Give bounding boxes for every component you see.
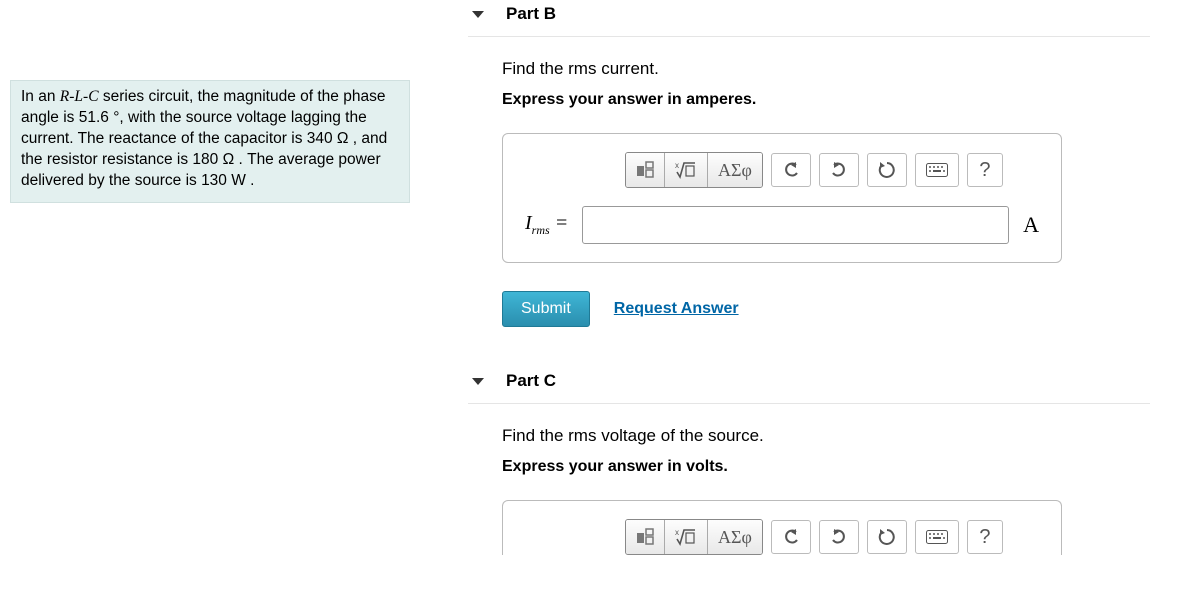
redo-button[interactable] <box>819 153 859 187</box>
part-header-c[interactable]: Part C <box>468 367 1150 404</box>
templates-icon <box>636 528 654 546</box>
templates-icon <box>636 161 654 179</box>
radical-button[interactable]: x <box>665 520 708 554</box>
keyboard-button[interactable] <box>915 153 959 187</box>
greek-button[interactable]: ΑΣφ <box>708 520 762 554</box>
part-instruction: Express your answer in volts. <box>502 458 1150 476</box>
submit-button[interactable]: Submit <box>502 291 590 327</box>
part-title: Part C <box>506 371 556 391</box>
variable-label: Irms = <box>525 212 568 238</box>
templates-button[interactable] <box>626 153 665 187</box>
reset-icon <box>878 161 896 179</box>
undo-button[interactable] <box>771 520 811 554</box>
radical-button[interactable]: x <box>665 153 708 187</box>
redo-button[interactable] <box>819 520 859 554</box>
keyboard-icon <box>926 530 948 544</box>
undo-icon <box>782 529 800 545</box>
part-header-b[interactable]: Part B <box>468 0 1150 37</box>
reset-button[interactable] <box>867 520 907 554</box>
reset-icon <box>878 528 896 546</box>
undo-button[interactable] <box>771 153 811 187</box>
svg-text:x: x <box>675 528 679 537</box>
radical-icon: x <box>675 161 697 179</box>
answer-container: x ΑΣφ ? <box>502 500 1062 555</box>
keyboard-button[interactable] <box>915 520 959 554</box>
help-button[interactable]: ? <box>967 520 1003 554</box>
help-button[interactable]: ? <box>967 153 1003 187</box>
undo-icon <box>782 162 800 178</box>
part-prompt: Find the rms voltage of the source. <box>502 426 1150 446</box>
equation-toolbar: x ΑΣφ ? <box>525 152 1039 188</box>
templates-button[interactable] <box>626 520 665 554</box>
redo-icon <box>830 162 848 178</box>
radical-icon: x <box>675 528 697 546</box>
keyboard-icon <box>926 163 948 177</box>
part-instruction: Express your answer in amperes. <box>502 91 1150 109</box>
unit-label: A <box>1023 212 1039 238</box>
problem-statement: In an R-L-C series circuit, the magnitud… <box>10 80 410 203</box>
svg-text:x: x <box>675 161 679 170</box>
request-answer-link[interactable]: Request Answer <box>614 300 739 318</box>
part-prompt: Find the rms current. <box>502 59 1150 79</box>
answer-container: x ΑΣφ ? <box>502 133 1062 263</box>
reset-button[interactable] <box>867 153 907 187</box>
caret-down-icon <box>472 378 484 385</box>
caret-down-icon <box>472 11 484 18</box>
answer-input[interactable] <box>582 206 1009 244</box>
part-title: Part B <box>506 4 556 24</box>
redo-icon <box>830 529 848 545</box>
equation-toolbar: x ΑΣφ ? <box>525 519 1039 555</box>
greek-button[interactable]: ΑΣφ <box>708 153 762 187</box>
